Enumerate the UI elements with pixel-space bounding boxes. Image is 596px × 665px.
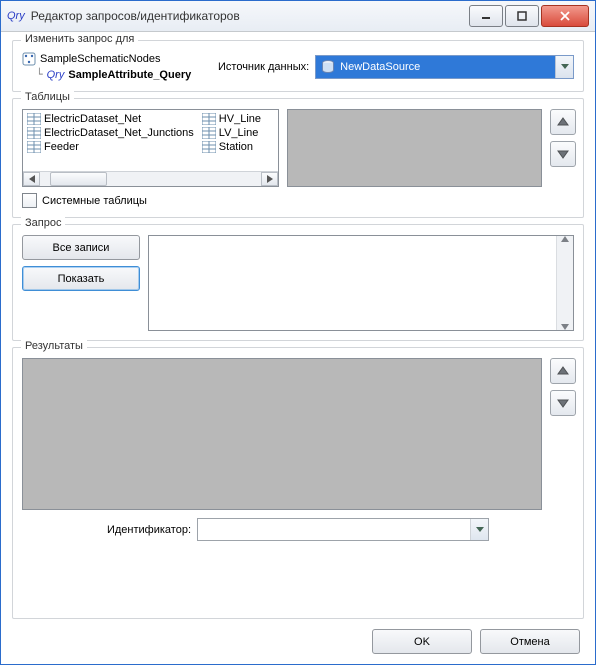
group-tables: Таблицы ElectricDataset_Net ElectricData… — [12, 98, 584, 218]
results-down-button[interactable] — [550, 390, 576, 416]
identifier-combo[interactable] — [197, 518, 489, 541]
scroll-right-icon[interactable] — [261, 172, 278, 186]
ok-button[interactable]: OK — [372, 629, 472, 654]
chevron-down-icon[interactable] — [470, 519, 488, 540]
show-button[interactable]: Показать — [22, 266, 140, 291]
scroll-track[interactable] — [40, 172, 261, 186]
list-item[interactable]: HV_Line — [202, 112, 261, 126]
list-item[interactable]: Station — [202, 140, 261, 154]
group-query: Запрос Все записи Показать — [12, 224, 584, 341]
table-icon — [202, 113, 216, 125]
table-icon — [202, 141, 216, 153]
close-button[interactable] — [541, 5, 589, 27]
dialog-footer: OK Отмена — [12, 625, 584, 656]
group-legend: Результаты — [21, 340, 87, 352]
database-icon — [320, 59, 336, 75]
schematic-node-icon — [22, 52, 36, 66]
system-tables-label: Системные таблицы — [42, 195, 147, 207]
tree-branch-icon: └ — [36, 68, 43, 81]
maximize-button[interactable] — [505, 5, 539, 27]
window-title: Редактор запросов/идентификаторов — [31, 9, 240, 23]
query-icon: Qry — [47, 69, 65, 81]
all-records-button[interactable]: Все записи — [22, 235, 140, 260]
horizontal-scrollbar[interactable] — [23, 171, 278, 186]
scroll-up-icon[interactable] — [561, 236, 569, 242]
group-legend: Таблицы — [21, 91, 74, 103]
dialog-window: Qry Редактор запросов/идентификаторов Из… — [0, 0, 596, 665]
scroll-down-icon[interactable] — [561, 324, 569, 330]
title-bar[interactable]: Qry Редактор запросов/идентификаторов — [1, 1, 595, 32]
results-area — [22, 358, 542, 510]
list-item[interactable]: ElectricDataset_Net_Junctions — [27, 126, 194, 140]
group-change-query: Изменить запрос для SampleSchematicNodes… — [12, 40, 584, 92]
group-legend: Запрос — [21, 217, 65, 229]
minimize-button[interactable] — [469, 5, 503, 27]
scroll-thumb[interactable] — [50, 172, 107, 186]
cancel-button[interactable]: Отмена — [480, 629, 580, 654]
table-icon — [27, 141, 41, 153]
table-icon — [202, 127, 216, 139]
datasource-combo[interactable]: NewDataSource — [315, 55, 574, 79]
list-item[interactable]: ElectricDataset_Net — [27, 112, 194, 126]
tree[interactable]: SampleSchematicNodes └ Qry SampleAttribu… — [22, 51, 212, 82]
move-up-button[interactable] — [550, 109, 576, 135]
datasource-label: Источник данных: — [218, 61, 309, 73]
tree-root: SampleSchematicNodes — [40, 53, 160, 65]
list-item[interactable]: Feeder — [27, 140, 194, 154]
identifier-label: Идентификатор: — [107, 524, 191, 536]
vertical-scrollbar[interactable] — [556, 236, 573, 330]
datasource-value: NewDataSource — [340, 61, 420, 73]
list-item[interactable]: LV_Line — [202, 126, 261, 140]
query-textarea[interactable] — [148, 235, 574, 331]
scroll-left-icon[interactable] — [23, 172, 40, 186]
tree-child: SampleAttribute_Query — [68, 69, 191, 81]
results-up-button[interactable] — [550, 358, 576, 384]
app-icon: Qry — [7, 10, 25, 22]
table-icon — [27, 113, 41, 125]
move-down-button[interactable] — [550, 141, 576, 167]
chevron-down-icon[interactable] — [555, 56, 573, 78]
tables-preview-area — [287, 109, 542, 187]
group-legend: Изменить запрос для — [21, 33, 138, 45]
tables-list[interactable]: ElectricDataset_Net ElectricDataset_Net_… — [22, 109, 279, 187]
system-tables-checkbox[interactable] — [22, 193, 37, 208]
table-icon — [27, 127, 41, 139]
group-results: Результаты Идентификатор: — [12, 347, 584, 619]
